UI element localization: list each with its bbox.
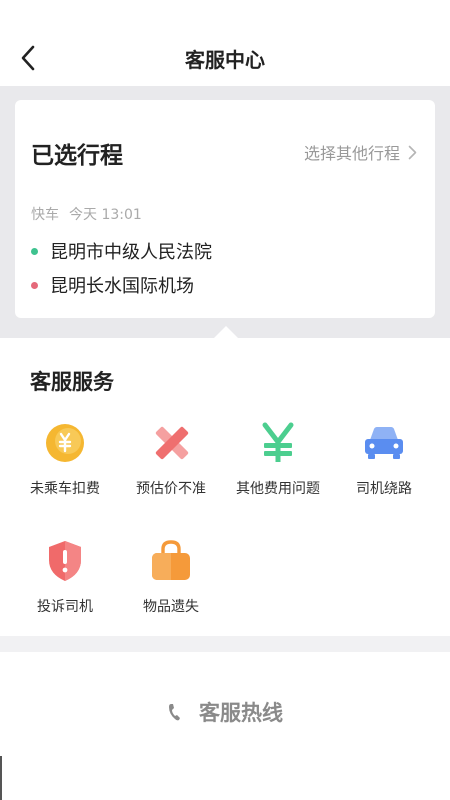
service-label: 司机绕路	[356, 481, 412, 497]
service-label: 物品遗失	[143, 599, 199, 615]
services-title: 客服服务	[30, 370, 114, 394]
service-unrided-charge[interactable]: 未乘车扣费	[9, 420, 121, 530]
trip-destination: 昆明长水国际机场	[31, 272, 194, 298]
trip-origin-label: 昆明市中级人民法院	[50, 242, 212, 263]
edge-indicator	[0, 756, 2, 800]
service-label: 预估价不准	[136, 481, 206, 497]
page-title: 客服中心	[185, 48, 265, 72]
hotline-label: 客服热线	[199, 701, 283, 725]
trip-destination-label: 昆明长水国际机场	[50, 276, 194, 297]
trip-section-title: 已选行程	[31, 143, 123, 169]
service-label: 投诉司机	[37, 599, 93, 615]
service-lost-items[interactable]: 物品遗失	[115, 538, 227, 648]
trip-origin: 昆明市中级人民法院	[31, 238, 212, 264]
yen-icon	[262, 422, 294, 462]
trip-meta: 快车 今天 13:01	[31, 204, 142, 224]
cross-icon	[155, 426, 189, 460]
chevron-right-icon	[408, 145, 417, 159]
customer-hotline-button[interactable]: 客服热线	[0, 692, 450, 732]
car-icon	[365, 427, 403, 459]
section-divider	[0, 636, 450, 652]
phone-icon	[169, 704, 180, 721]
bag-icon	[152, 540, 190, 580]
yen-coin-icon	[46, 424, 84, 462]
customer-services-section: 客服服务 未乘车扣费 预估价不准 其他费用问题 司机绕路 投诉司机 物品遗失	[0, 338, 450, 636]
destination-dot	[31, 281, 38, 289]
service-label: 其他费用问题	[236, 481, 320, 497]
select-other-trip-link[interactable]: 选择其他行程	[304, 140, 417, 164]
selected-trip-card: 已选行程 选择其他行程 快车 今天 13:01 昆明市中级人民法院 昆明长水国际机…	[15, 100, 435, 318]
trip-service-type: 快车	[31, 207, 59, 223]
select-other-trip-label: 选择其他行程	[303, 144, 400, 163]
shield-alert-icon	[49, 541, 81, 581]
service-other-fees[interactable]: 其他费用问题	[222, 420, 334, 530]
app-header: 客服中心	[0, 0, 450, 86]
trip-time: 今天 13:01	[69, 207, 142, 223]
origin-dot	[31, 247, 38, 255]
service-estimate-inaccurate[interactable]: 预估价不准	[115, 420, 227, 530]
service-label: 未乘车扣费	[30, 481, 100, 497]
service-complain-driver[interactable]: 投诉司机	[9, 538, 121, 648]
service-driver-detour[interactable]: 司机绕路	[328, 420, 440, 530]
